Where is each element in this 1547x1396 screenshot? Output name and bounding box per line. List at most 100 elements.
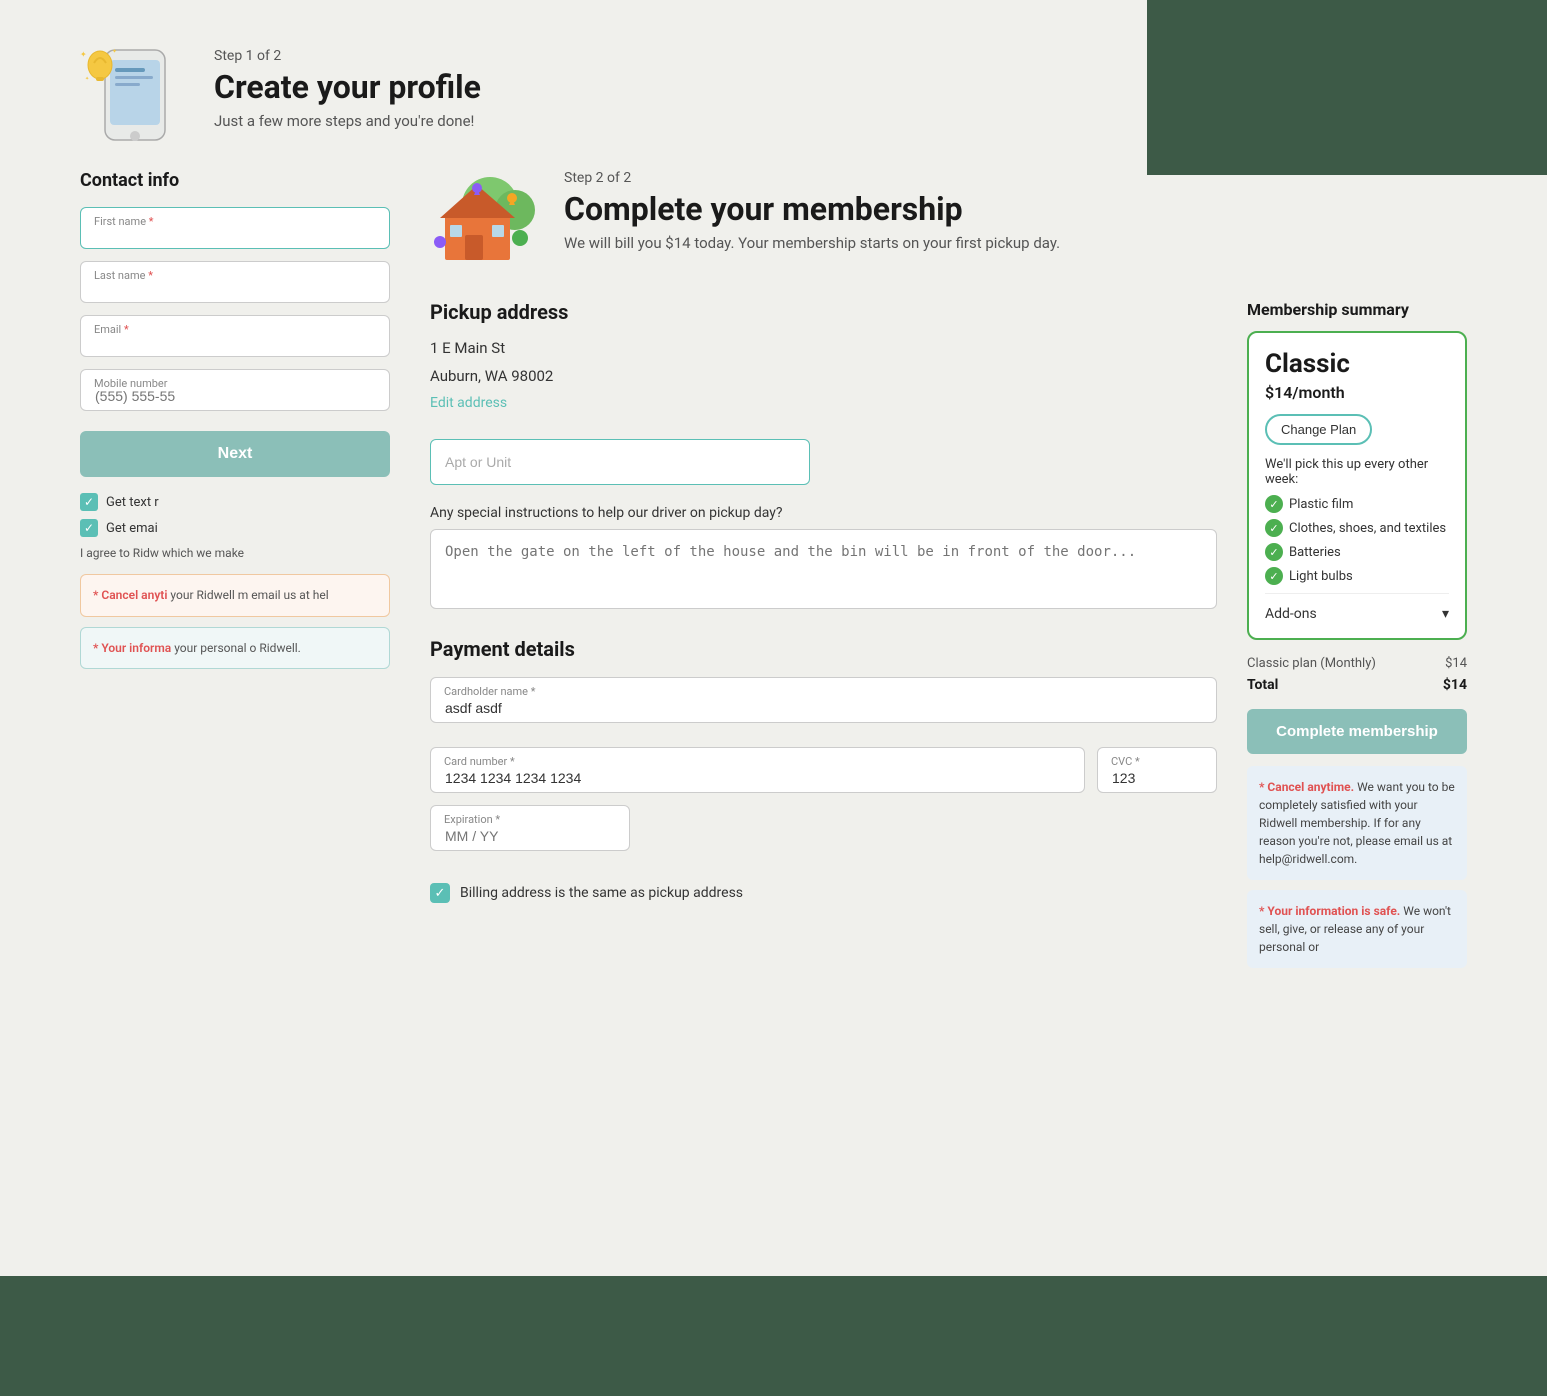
- cvc-input[interactable]: [1097, 747, 1217, 793]
- instructions-textarea[interactable]: [430, 529, 1217, 609]
- step1-subtitle: Just a few more steps and you're done!: [214, 112, 481, 130]
- expiration-field: Expiration *: [430, 805, 630, 851]
- billing-checkbox[interactable]: [430, 883, 450, 903]
- addons-label: Add-ons: [1265, 606, 1317, 622]
- cancel-notice-body: your Ridwell m email us at hel: [170, 588, 328, 602]
- pickup-item: Plastic film: [1265, 495, 1449, 513]
- expiration-wrapper: Expiration *: [430, 805, 630, 851]
- step1-label: Step 1 of 2: [214, 48, 481, 64]
- email-input-wrapper: Email *: [80, 315, 390, 357]
- bottom-banner: [0, 1276, 1547, 1396]
- cardholder-label: Cardholder name *: [444, 685, 535, 698]
- pickup-frequency-label: We'll pick this up every other week:: [1265, 457, 1449, 487]
- total-price: $14: [1443, 677, 1467, 693]
- pickup-item-label: Batteries: [1289, 545, 1341, 560]
- cvc-field: CVC *: [1097, 747, 1217, 793]
- expiration-label: Expiration *: [444, 813, 500, 826]
- mobile-input-wrapper: Mobile number: [80, 369, 390, 411]
- next-button[interactable]: Next: [80, 431, 390, 477]
- cvc-label: CVC *: [1111, 755, 1140, 768]
- info-notice-title: * Your informa: [93, 641, 171, 655]
- address-street: 1 E Main St: [430, 336, 1217, 360]
- card-number-input[interactable]: [430, 747, 1085, 793]
- pickup-item: Light bulbs: [1265, 567, 1449, 585]
- summary-title: Membership summary: [1247, 300, 1467, 319]
- edit-address-link[interactable]: Edit address: [430, 395, 507, 411]
- email-input[interactable]: [80, 315, 390, 357]
- last-name-input[interactable]: [80, 261, 390, 303]
- green-check-icon: [1265, 567, 1283, 585]
- mobile-label: Mobile number: [94, 377, 168, 390]
- total-label: Total: [1247, 677, 1278, 693]
- first-name-field: First name *: [80, 207, 390, 249]
- svg-text:✦: ✦: [85, 76, 89, 82]
- plan-name: Classic: [1265, 349, 1449, 379]
- text-checkbox-label: Get text r: [106, 495, 159, 510]
- main-layout: Contact info First name * Last name *: [80, 170, 1467, 968]
- step2-content: Pickup address 1 E Main St Auburn, WA 98…: [430, 300, 1467, 968]
- step2-header: Step 2 of 2 Complete your membership We …: [430, 170, 1467, 270]
- summary-totals: Classic plan (Monthly) $14 Total $14: [1247, 656, 1467, 693]
- step2-form: Pickup address 1 E Main St Auburn, WA 98…: [430, 300, 1217, 903]
- last-name-field: Last name *: [80, 261, 390, 303]
- svg-text:✦: ✦: [112, 48, 117, 55]
- step2-illustration: [430, 170, 540, 270]
- first-name-label: First name *: [94, 215, 154, 228]
- safe-info-notice: * Your information is safe. We won't sel…: [1247, 890, 1467, 968]
- info-notice-body: your personal o Ridwell.: [174, 641, 301, 655]
- mobile-input[interactable]: [80, 369, 390, 411]
- plan-price: $14/month: [1265, 383, 1449, 402]
- pickup-item-label: Clothes, shoes, and textiles: [1289, 521, 1446, 536]
- address-city: Auburn, WA 98002: [430, 364, 1217, 388]
- cardholder-input[interactable]: [430, 677, 1217, 723]
- pickup-item: Batteries: [1265, 543, 1449, 561]
- step2-panel: Step 2 of 2 Complete your membership We …: [430, 170, 1467, 968]
- email-checkbox-row: Get emai: [80, 519, 390, 537]
- billing-checkbox-label: Billing address is the same as pickup ad…: [460, 885, 743, 901]
- cancel-notice-title: * Cancel anyti: [93, 588, 167, 602]
- step1-form-panel: Contact info First name * Last name *: [80, 170, 390, 679]
- card-number-wrapper: Card number *: [430, 747, 1085, 793]
- step2-title: Complete your membership: [564, 190, 1060, 228]
- step2-header-text: Step 2 of 2 Complete your membership We …: [564, 170, 1060, 252]
- pickup-item-label: Light bulbs: [1289, 569, 1353, 584]
- text-checkbox-row: Get text r: [80, 493, 390, 511]
- cardholder-input-wrapper: Cardholder name *: [430, 677, 1217, 723]
- last-name-input-wrapper: Last name *: [80, 261, 390, 303]
- addons-row[interactable]: Add-ons ▾: [1265, 593, 1449, 622]
- step1-header-text: Step 1 of 2 Create your profile Just a f…: [214, 40, 481, 130]
- complete-membership-button[interactable]: Complete membership: [1247, 709, 1467, 754]
- agree-text: I agree to Ridw which we make: [80, 545, 390, 562]
- step1-illustration: ✦ ✦ ✦: [80, 40, 190, 150]
- pickup-item: Clothes, shoes, and textiles: [1265, 519, 1449, 537]
- cancel-anytime-notice: * Cancel anytime. We want you to be comp…: [1247, 766, 1467, 880]
- classic-plan-label: Classic plan (Monthly): [1247, 656, 1376, 671]
- green-check-icon: [1265, 495, 1283, 513]
- instructions-label: Any special instructions to help our dri…: [430, 505, 1217, 521]
- apt-input[interactable]: [430, 439, 810, 485]
- last-name-label: Last name *: [94, 269, 153, 282]
- card-number-label: Card number *: [444, 755, 515, 768]
- step1-header-section: ✦ ✦ ✦ Step 1 of 2 Create your profile Ju…: [80, 40, 1467, 150]
- card-row: Card number * CVC *: [430, 747, 1217, 793]
- text-checkbox[interactable]: [80, 493, 98, 511]
- first-name-input[interactable]: [80, 207, 390, 249]
- change-plan-button[interactable]: Change Plan: [1265, 414, 1372, 445]
- summary-card: Classic $14/month Change Plan We'll pick…: [1247, 331, 1467, 640]
- pickup-items-list: Plastic film Clothes, shoes, and textiles…: [1265, 495, 1449, 585]
- expiration-input[interactable]: [430, 805, 630, 851]
- green-check-icon: [1265, 543, 1283, 561]
- membership-summary: Membership summary Classic $14/month Cha…: [1247, 300, 1467, 968]
- payment-form: Cardholder name * Card number *: [430, 677, 1217, 903]
- green-check-icon: [1265, 519, 1283, 537]
- email-field: Email *: [80, 315, 390, 357]
- pickup-section-title: Pickup address: [430, 300, 1217, 324]
- info-notice: * Your informa your personal o Ridwell.: [80, 627, 390, 670]
- step2-subtitle: We will bill you $14 today. Your members…: [564, 234, 1060, 252]
- billing-checkbox-row: Billing address is the same as pickup ad…: [430, 883, 1217, 903]
- cardholder-field: Cardholder name *: [430, 677, 1217, 723]
- cancel-highlight: * Cancel anytime.: [1259, 780, 1354, 794]
- first-name-input-wrapper: First name *: [80, 207, 390, 249]
- email-checkbox[interactable]: [80, 519, 98, 537]
- classic-price-row: Classic plan (Monthly) $14: [1247, 656, 1467, 671]
